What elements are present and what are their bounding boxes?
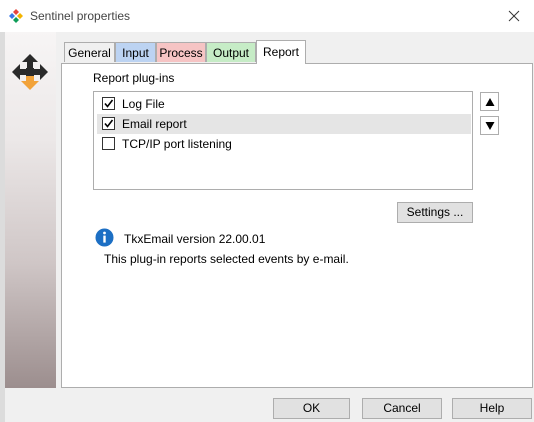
- plugin-row-log-file[interactable]: Log File: [97, 94, 471, 114]
- side-panel: [5, 32, 56, 388]
- plugin-version-text: TkxEmail version 22.00.01: [124, 232, 266, 246]
- plugin-label: Log File: [122, 97, 165, 111]
- move-down-button[interactable]: [480, 116, 499, 135]
- triangle-down-icon: [485, 122, 495, 130]
- tab-process[interactable]: Process: [156, 42, 206, 62]
- plugin-list[interactable]: Log File Email report TCP/IP port listen…: [93, 91, 473, 190]
- report-plugins-label: Report plug-ins: [93, 71, 175, 85]
- checkmark-icon: [104, 99, 114, 108]
- close-button[interactable]: [502, 4, 526, 28]
- window-title: Sentinel properties: [30, 9, 131, 23]
- plugin-label: TCP/IP port listening: [122, 137, 232, 151]
- tab-output[interactable]: Output: [206, 42, 256, 62]
- email-report-checkbox[interactable]: [102, 117, 115, 130]
- info-icon: [95, 228, 114, 247]
- ok-button[interactable]: OK: [273, 398, 350, 419]
- sentinel-arrows-icon: [12, 54, 48, 90]
- help-button[interactable]: Help: [452, 398, 532, 419]
- title-bar: Sentinel properties: [0, 0, 534, 32]
- plugin-row-tcpip[interactable]: TCP/IP port listening: [97, 134, 471, 154]
- cancel-button[interactable]: Cancel: [362, 398, 442, 419]
- app-icon: [9, 9, 23, 23]
- checkmark-icon: [104, 119, 114, 128]
- tab-report[interactable]: Report: [256, 40, 306, 64]
- tcpip-checkbox[interactable]: [102, 137, 115, 150]
- plugin-row-email-report[interactable]: Email report: [97, 114, 471, 134]
- tab-input[interactable]: Input: [115, 42, 156, 62]
- tab-general[interactable]: General: [64, 42, 115, 62]
- triangle-up-icon: [485, 98, 495, 106]
- close-icon: [508, 10, 520, 22]
- move-up-button[interactable]: [480, 92, 499, 111]
- settings-button[interactable]: Settings ...: [397, 202, 473, 223]
- log-file-checkbox[interactable]: [102, 97, 115, 110]
- plugin-description: This plug-in reports selected events by …: [104, 252, 349, 266]
- plugin-label: Email report: [122, 117, 187, 131]
